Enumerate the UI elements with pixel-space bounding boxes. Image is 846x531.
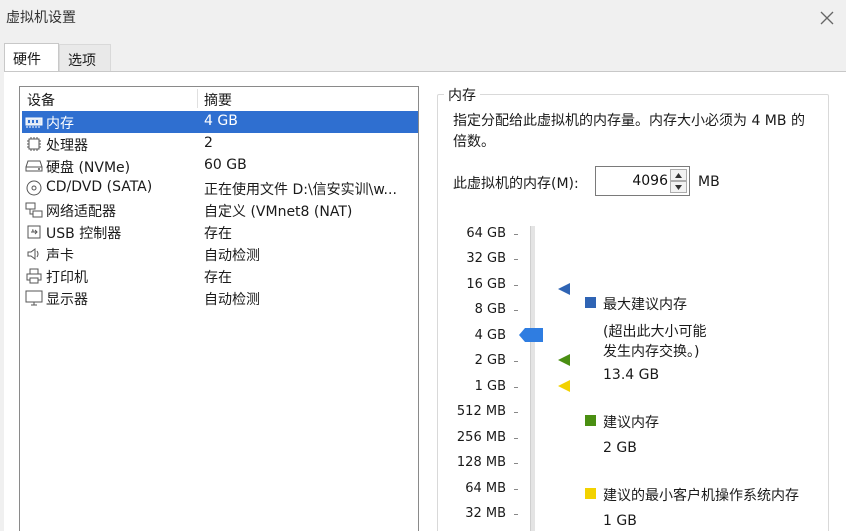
scale-label: 64 GB (466, 226, 506, 241)
scale-tick (514, 514, 518, 515)
close-button[interactable] (814, 5, 840, 31)
device-summary: 60 GB (204, 157, 247, 173)
memory-icon (25, 113, 43, 131)
scale-label: 256 MB (456, 430, 506, 445)
scale-label: 32 MB (465, 506, 506, 521)
close-icon (820, 11, 834, 25)
arrow-down-icon (675, 184, 682, 190)
list-header: 设备 摘要 (20, 87, 418, 110)
processor-icon (25, 135, 43, 153)
cd-dvd-icon (25, 179, 43, 197)
device-row-memory[interactable]: 内存 4 GB (22, 111, 418, 133)
scale-tick (514, 361, 518, 362)
hard-disk-icon (25, 157, 43, 175)
device-row-processor[interactable]: 处理器 2 (22, 133, 418, 155)
device-name: 声卡 (46, 248, 74, 264)
recommended-legend-value: 2 GB (603, 440, 637, 456)
network-adapter-icon (25, 201, 43, 219)
scale-tick (514, 387, 518, 388)
device-name: 显示器 (46, 292, 88, 308)
scale-tick (514, 259, 518, 260)
device-row-display[interactable]: 显示器 自动检测 (22, 287, 418, 309)
display-icon (25, 289, 43, 307)
scale-tick (514, 234, 518, 235)
scale-label: 4 GB (474, 328, 506, 343)
device-row-network-adapter[interactable]: 网络适配器 自定义 (VMnet8 (NAT) (22, 199, 418, 221)
max-legend-swatch (585, 297, 596, 308)
max-legend-value: 13.4 GB (603, 367, 660, 383)
title-bar: 虚拟机设置 (0, 0, 846, 36)
device-summary: 2 (204, 135, 213, 151)
scale-label: 64 MB (465, 481, 506, 496)
column-header-summary[interactable]: 摘要 (204, 90, 232, 110)
scale-tick (514, 438, 518, 439)
scale-label: 16 GB (466, 277, 506, 292)
device-row-usb-controller[interactable]: USB 控制器 存在 (22, 221, 418, 243)
scale-tick (514, 412, 518, 413)
tab-hardware[interactable]: 硬件 (4, 43, 59, 72)
spin-down-button[interactable] (670, 181, 687, 193)
column-header-device[interactable]: 设备 (27, 90, 55, 110)
sound-card-icon (25, 245, 43, 263)
max-recommended-marker (558, 283, 570, 295)
max-legend-note: (超出此大小可能 (603, 324, 707, 340)
recommended-legend-title: 建议内存 (603, 415, 659, 431)
min-legend-value: 1 GB (603, 513, 637, 529)
device-name: 硬盘 (NVMe) (46, 160, 131, 176)
device-name: USB 控制器 (46, 226, 122, 242)
recommended-legend-swatch (585, 415, 596, 426)
device-name: CD/DVD (SATA) (46, 179, 153, 195)
max-legend-note: 发生内存交换。) (603, 344, 700, 360)
device-list[interactable]: 设备 摘要 内存 4 GB 处理器 2 硬盘 (NVMe) 60 GB CD/D… (19, 86, 419, 531)
memory-group-title: 内存 (444, 85, 480, 105)
scale-label: 128 MB (456, 455, 506, 470)
spin-up-button[interactable] (670, 169, 687, 181)
scale-tick (514, 310, 518, 311)
min-legend-swatch (585, 488, 596, 499)
device-row-hard-disk[interactable]: 硬盘 (NVMe) 60 GB (22, 155, 418, 177)
memory-spinbox (595, 166, 690, 196)
memory-field-label: 此虚拟机的内存(M): (453, 176, 579, 192)
scale-tick (514, 489, 518, 490)
device-name: 内存 (46, 116, 74, 132)
device-summary: 自动检测 (204, 292, 260, 308)
min-legend-title: 建议的最小客户机操作系统内存 (603, 488, 799, 504)
device-summary: 存在 (204, 270, 232, 286)
device-name: 网络适配器 (46, 204, 116, 220)
arrow-up-icon (675, 172, 682, 178)
window-title: 虚拟机设置 (6, 10, 76, 26)
scale-tick (514, 285, 518, 286)
device-row-printer[interactable]: 打印机 存在 (22, 265, 418, 287)
scale-tick (514, 463, 518, 464)
device-row-sound-card[interactable]: 声卡 自动检测 (22, 243, 418, 265)
device-row-cd-dvd[interactable]: CD/DVD (SATA) 正在使用文件 D:\信安实训\w... (22, 177, 418, 199)
device-summary: 4 GB (204, 113, 238, 129)
memory-slider-thumb[interactable] (519, 328, 543, 342)
scale-label: 2 GB (474, 353, 506, 368)
memory-description: 指定分配给此虚拟机的内存量。内存大小必须为 4 MB 的倍数。 (453, 113, 805, 150)
tab-options[interactable]: 选项 (59, 44, 111, 71)
recommended-marker (558, 354, 570, 366)
memory-unit: MB (698, 174, 720, 190)
scale-label: 8 GB (474, 302, 506, 317)
device-name: 处理器 (46, 138, 88, 154)
memory-slider-track[interactable] (530, 226, 535, 531)
scale-label: 32 GB (466, 251, 506, 266)
scale-label: 512 MB (456, 404, 506, 419)
device-summary: 自动检测 (204, 248, 260, 264)
device-name: 打印机 (46, 270, 88, 286)
min-recommended-marker (558, 380, 570, 392)
device-summary: 正在使用文件 D:\信安实训\w... (204, 182, 397, 198)
scale-label: 1 GB (474, 379, 506, 394)
device-summary: 存在 (204, 226, 232, 242)
column-divider[interactable] (197, 89, 198, 108)
usb-icon (25, 223, 43, 241)
printer-icon (25, 267, 43, 285)
memory-input[interactable] (598, 170, 668, 192)
max-legend-title: 最大建议内存 (603, 297, 687, 313)
device-summary: 自定义 (VMnet8 (NAT) (204, 204, 353, 220)
